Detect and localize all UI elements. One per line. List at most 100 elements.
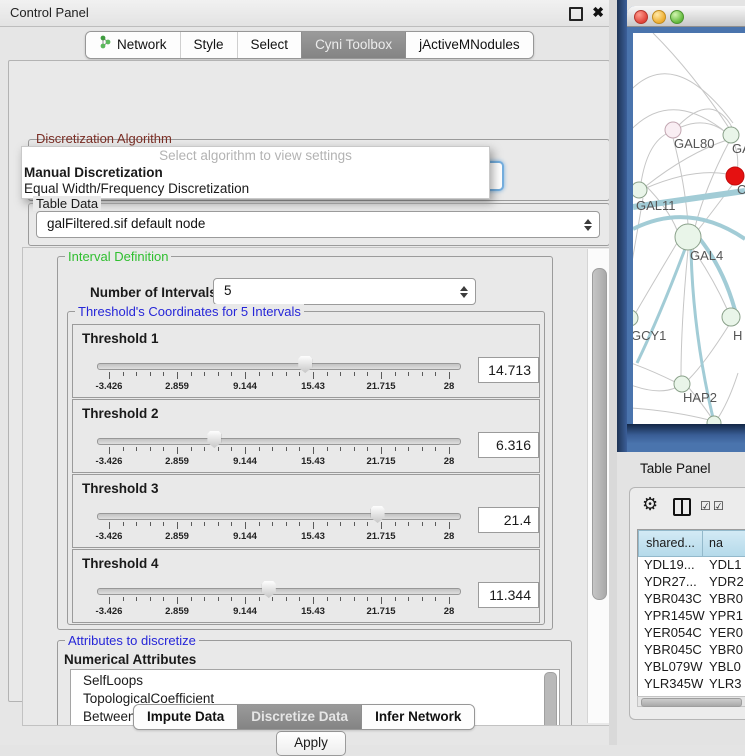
table-row[interactable]: YBR043CYBR0 xyxy=(638,590,745,607)
attributes-group-title: Attributes to discretize xyxy=(65,633,199,648)
scrollbar-thumb[interactable] xyxy=(641,698,742,707)
table-row[interactable]: YLR345WYLR3 xyxy=(638,675,745,692)
table-row[interactable]: YDR27...YDR2 xyxy=(638,573,745,590)
threshold-2-slider-track[interactable] xyxy=(97,438,461,445)
table-data-combobox[interactable]: galFiltered.sif default node xyxy=(36,211,600,238)
network-window-frame xyxy=(627,424,745,452)
tab-jactivemnodules[interactable]: jActiveMNodules xyxy=(405,32,533,58)
network-edge-thick[interactable] xyxy=(637,249,685,363)
network-icon xyxy=(99,32,112,58)
cell-shared-name: YPR145W xyxy=(644,607,705,624)
network-edge[interactable] xyxy=(718,373,738,418)
tab-network[interactable]: Network xyxy=(86,32,180,58)
table-row[interactable]: YPR145WYPR1 xyxy=(638,607,745,624)
threshold-1-panel: Threshold 1 -3.4262.8599.14415.4321.7152… xyxy=(72,324,540,398)
cell-name: YER0 xyxy=(709,624,743,641)
network-node-label: GAL4 xyxy=(690,248,723,263)
threshold-4-slider-track[interactable] xyxy=(97,588,461,595)
network-edge[interactable] xyxy=(653,33,729,128)
algorithm-item-manual[interactable]: Manual Discretization xyxy=(24,165,163,180)
threshold-3-value-field[interactable]: 21.4 xyxy=(478,507,539,533)
network-node[interactable] xyxy=(633,310,638,326)
number-of-intervals-combobox[interactable]: 5 xyxy=(213,278,476,305)
column-header-shared-name[interactable]: shared... xyxy=(638,530,703,557)
algorithm-placeholder-item[interactable]: Select algorithm to view settings xyxy=(22,148,489,163)
network-edge[interactable] xyxy=(681,250,688,376)
threshold-3-slider-thumb[interactable] xyxy=(371,506,385,523)
network-edge-thick[interactable] xyxy=(695,233,737,318)
cell-name: YBR0 xyxy=(709,641,743,658)
zoom-traffic-light-icon[interactable] xyxy=(670,10,684,24)
close-icon[interactable]: ✖ xyxy=(592,4,604,21)
tab-style[interactable]: Style xyxy=(180,32,237,58)
threshold-2-slider-thumb[interactable] xyxy=(207,431,221,448)
combo-stepper-icon xyxy=(584,219,592,231)
threshold-3-slider-track[interactable] xyxy=(97,513,461,520)
tab-discretize-data[interactable]: Discretize Data xyxy=(237,705,361,729)
settings-vertical-scrollbar[interactable] xyxy=(587,249,610,723)
gear-icon[interactable]: ⚙ xyxy=(642,494,658,515)
checkbox-icon[interactable]: ☑ xyxy=(700,499,711,513)
threshold-4-slider-thumb[interactable] xyxy=(262,581,276,598)
threshold-1-slider-thumb[interactable] xyxy=(298,356,312,373)
close-traffic-light-icon[interactable] xyxy=(634,10,648,24)
network-edge[interactable] xyxy=(633,74,733,123)
table-horizontal-scrollbar[interactable] xyxy=(637,696,745,707)
numerical-attributes-label: Numerical Attributes xyxy=(64,652,196,667)
slider-ticks xyxy=(109,597,449,605)
network-node-label: GAL80 xyxy=(674,136,714,151)
network-node[interactable] xyxy=(633,182,647,198)
network-edge[interactable] xyxy=(633,408,709,420)
network-edge[interactable] xyxy=(695,142,729,227)
node-table: shared... na YDL19...YDL1YDR27...YDR2YBR… xyxy=(637,529,745,699)
column-header-name[interactable]: na xyxy=(702,530,745,557)
slider-tick-labels: -3.4262.8599.14415.4321.71528 xyxy=(109,606,449,617)
network-edge[interactable] xyxy=(633,385,675,391)
threshold-2-value-field[interactable]: 6.316 xyxy=(478,432,539,458)
table-panel-title: Table Panel xyxy=(640,461,711,476)
algorithm-item-equal-width[interactable]: Equal Width/Frequency Discretization xyxy=(24,181,249,196)
tab-infer-network[interactable]: Infer Network xyxy=(361,705,474,729)
slider-tick-labels: -3.4262.8599.14415.4321.71528 xyxy=(109,381,449,392)
network-canvas[interactable]: GAL80GACGAL11GAL4GCY1HHAP2 xyxy=(633,33,745,424)
tab-impute-data[interactable]: Impute Data xyxy=(134,705,237,729)
table-row[interactable]: YBL079WYBL0 xyxy=(638,658,745,675)
network-edge[interactable] xyxy=(689,325,729,379)
network-node[interactable] xyxy=(675,224,701,250)
apply-button[interactable]: Apply xyxy=(276,731,346,756)
network-window-titlebar[interactable] xyxy=(627,6,745,27)
cell-name: YPR1 xyxy=(709,607,743,624)
list-item[interactable]: SelfLoops xyxy=(83,673,143,688)
panel-title: Control Panel xyxy=(10,5,89,20)
threshold-4-value-field[interactable]: 11.344 xyxy=(478,582,539,608)
network-node-label: GA xyxy=(732,141,745,156)
panel-divider[interactable] xyxy=(609,0,617,745)
control-panel-titlebar: Control Panel ✖ xyxy=(0,0,617,27)
network-node-label: HAP2 xyxy=(683,390,717,405)
cell-name: YBL0 xyxy=(709,658,741,675)
split-columns-icon[interactable] xyxy=(673,498,691,516)
network-node[interactable] xyxy=(722,308,740,326)
cell-shared-name: YER054C xyxy=(644,624,702,641)
network-node-label: GAL11 xyxy=(636,198,676,213)
float-panel-icon[interactable] xyxy=(569,7,583,21)
network-edge[interactable] xyxy=(633,363,675,382)
table-row[interactable]: YDL19...YDL1 xyxy=(638,556,745,573)
network-edge[interactable] xyxy=(646,173,727,188)
threshold-1-slider-track[interactable] xyxy=(97,363,461,370)
control-panel: Control Panel ✖ Network Style Select Cyn… xyxy=(0,0,617,745)
minimize-traffic-light-icon[interactable] xyxy=(652,10,666,24)
network-edge[interactable] xyxy=(641,134,666,183)
table-row[interactable]: YBR045C YBR0 xyxy=(638,641,745,658)
cell-name: YLR3 xyxy=(709,675,742,692)
scrollbar-thumb[interactable] xyxy=(592,268,607,600)
table-row[interactable]: YER054C YER0 xyxy=(638,624,745,641)
tab-select[interactable]: Select xyxy=(237,32,302,58)
checkbox-icon[interactable]: ☑ xyxy=(713,499,724,513)
threshold-1-value-field[interactable]: 14.713 xyxy=(478,357,539,383)
tab-cyni-toolbox[interactable]: Cyni Toolbox xyxy=(301,32,405,58)
list-scrollbar[interactable] xyxy=(544,672,557,726)
cell-shared-name: YBR045C xyxy=(644,641,702,658)
network-edge[interactable] xyxy=(681,123,724,131)
network-node-label: C xyxy=(737,182,745,197)
